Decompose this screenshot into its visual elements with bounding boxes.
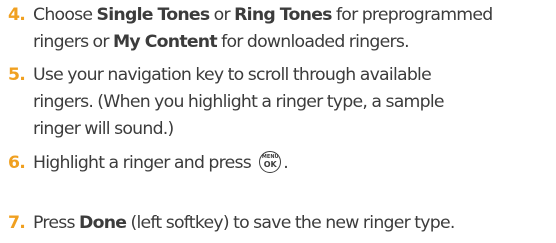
step-punctuation: .: [283, 153, 288, 173]
option-single-tones: Single Tones: [96, 5, 211, 25]
step-line: Highlight a ringer and press: [33, 153, 252, 173]
option-ring-tones: Ring Tones: [234, 5, 332, 25]
step-number: 4.: [8, 5, 26, 25]
step-line: ringers or My Content for downloaded rin…: [33, 29, 492, 56]
step-line: ringer will sound.): [33, 119, 174, 139]
instruction-steps: 4. Choose Single Tones or Ring Tones for…: [0, 0, 556, 243]
done-softkey-label: Done: [78, 213, 127, 233]
text-run: (left softkey) to save the new ringer ty…: [126, 213, 455, 233]
option-my-content: My Content: [112, 32, 218, 52]
menu-ok-key-icon: MENU OK: [259, 151, 282, 173]
text-run: for downloaded ringers.: [216, 32, 409, 52]
step-text: Choose Single Tones or Ring Tones for pr…: [33, 2, 493, 56]
text-run: ringers or: [33, 32, 113, 52]
step-text: Press Done (left softkey) to save the ne…: [33, 210, 455, 237]
step-line: Choose Single Tones or Ring Tones for pr…: [33, 2, 493, 29]
step-line: Use your navigation key to scroll throug…: [33, 65, 432, 85]
step-text: Use your navigation key to scroll throug…: [33, 62, 445, 143]
ok-key-label: OK: [263, 159, 277, 169]
step-line: ringers. (When you highlight a ringer ty…: [33, 92, 445, 112]
step-number: 6.: [8, 153, 26, 173]
step-text: Highlight a ringer and press MENU OK .: [33, 150, 289, 177]
step-number: 7.: [8, 213, 26, 233]
text-run: Choose: [33, 5, 97, 25]
text-run: for preprogrammed: [331, 5, 493, 25]
text-run: Press: [33, 213, 79, 233]
step-number: 5.: [8, 65, 26, 85]
text-run: or: [209, 5, 235, 25]
